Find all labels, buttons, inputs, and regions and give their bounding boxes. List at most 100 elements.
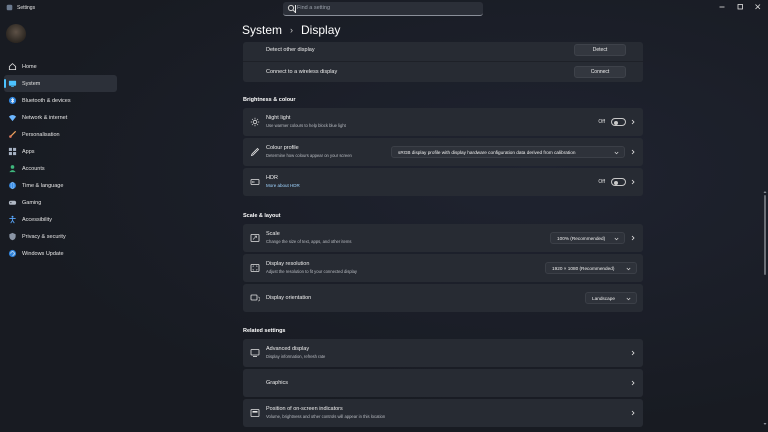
onscreen-indicators-subtitle: Volume, brightness and other controls wi… — [266, 414, 386, 419]
sidebar-item-network[interactable]: Network & internet — [4, 109, 117, 126]
resolution-dropdown[interactable]: 1920 × 1080 (Recommended) — [545, 262, 637, 274]
sidebar-item-personalisation[interactable]: Personalisation — [4, 126, 117, 143]
chevron-right-icon — [631, 380, 635, 386]
avatar[interactable] — [6, 24, 26, 44]
sidebar-item-label: System — [22, 80, 41, 87]
scale-row[interactable]: Scale Change the size of text, apps, and… — [243, 224, 643, 252]
colour-profile-subtitle: Determine how colours appear on your scr… — [266, 153, 352, 158]
display-orientation-row[interactable]: Display orientation Landscape — [243, 284, 643, 312]
advanced-display-row[interactable]: Advanced display Display information, re… — [243, 339, 643, 367]
section-heading-related: Related settings — [243, 328, 286, 334]
scale-icon — [250, 234, 260, 242]
onscreen-indicators-title: Position of on-screen indicators — [266, 406, 343, 412]
scale-dropdown[interactable]: 100% (Recommended) — [550, 232, 625, 244]
sidebar-item-label: Accounts — [22, 165, 45, 172]
indicators-icon — [250, 409, 260, 417]
display-resolution-subtitle: Adjust the resolution to fit your connec… — [266, 269, 358, 274]
more-about-hdr-link[interactable]: More about HDR — [266, 183, 300, 188]
hdr-row[interactable]: HDR More about HDR Off — [243, 168, 643, 196]
search-input[interactable]: Find a setting — [283, 2, 483, 16]
breadcrumb-separator: › — [290, 25, 294, 35]
chevron-right-icon — [631, 119, 635, 125]
update-icon — [8, 249, 17, 258]
graphics-title: Graphics — [266, 380, 289, 386]
sidebar-item-bluetooth[interactable]: Bluetooth & devices — [4, 92, 117, 109]
sidebar-item-accounts[interactable]: Accounts — [4, 160, 117, 177]
scroll-up-icon[interactable] — [763, 190, 767, 194]
title-bar: Settings Find a setting — [0, 0, 768, 20]
globe-icon — [9, 181, 16, 190]
onscreen-indicators-row[interactable]: Position of on-screen indicators Volume,… — [243, 399, 643, 427]
sidebar-item-label: Gaming — [22, 199, 42, 206]
toggle-switch[interactable] — [611, 118, 626, 126]
night-light-state: Off — [598, 119, 605, 125]
gaming-icon — [8, 200, 17, 205]
sidebar-item-label: Accessibility — [22, 216, 52, 223]
minimize-icon[interactable] — [716, 2, 728, 12]
sidebar-item-gaming[interactable]: Gaming — [4, 194, 117, 211]
toggle-switch[interactable] — [611, 178, 626, 186]
hdr-toggle[interactable]: Off — [598, 178, 626, 186]
section-heading-scale-layout: Scale & layout — [243, 213, 281, 219]
connect-button[interactable]: Connect — [574, 66, 626, 78]
monitor-icon — [250, 349, 260, 357]
network-icon — [8, 115, 17, 122]
system-icon — [8, 80, 17, 88]
chevron-down-icon — [614, 151, 619, 155]
maximize-icon[interactable] — [734, 2, 746, 12]
pen-icon — [250, 147, 260, 157]
sidebar-item-apps[interactable]: Apps — [4, 143, 117, 160]
breadcrumb-parent[interactable]: System — [242, 23, 282, 37]
night-light-subtitle: Use warmer colours to help block blue li… — [266, 123, 346, 128]
search-placeholder: Find a setting — [297, 5, 331, 11]
display-resolution-row[interactable]: Display resolution Adjust the resolution… — [243, 254, 643, 282]
sidebar-item-label: Windows Update — [22, 250, 64, 257]
orientation-dropdown[interactable]: Landscape — [585, 292, 637, 304]
accounts-icon — [9, 165, 16, 173]
settings-app-icon — [6, 4, 13, 11]
chevron-down-icon — [626, 297, 631, 301]
sidebar-item-label: Time & language — [22, 182, 64, 189]
sidebar-item-privacy[interactable]: Privacy & security — [4, 228, 117, 245]
close-icon[interactable] — [752, 2, 764, 12]
scrollbar-thumb[interactable] — [764, 195, 766, 275]
apps-icon — [8, 147, 17, 156]
colour-profile-dropdown[interactable]: sRGB display profile with display hardwa… — [391, 146, 625, 158]
scale-subtitle: Change the size of text, apps, and other… — [266, 239, 352, 244]
detect-button[interactable]: Detect — [574, 44, 626, 56]
sidebar-item-label: Privacy & security — [22, 233, 66, 240]
shield-icon — [9, 232, 16, 241]
multiple-displays-card: Detect other display Detect Connect to a… — [243, 42, 643, 82]
wireless-display-title: Connect to a wireless display — [266, 69, 338, 75]
night-light-toggle[interactable]: Off — [598, 118, 626, 126]
hdr-icon — [250, 179, 260, 185]
accessibility-icon — [9, 215, 16, 224]
sidebar-item-home[interactable]: Home — [4, 58, 117, 75]
scroll-down-icon[interactable] — [763, 422, 767, 426]
sidebar-nav: Home System Bluetooth & devices Network … — [4, 58, 117, 262]
chevron-right-icon — [631, 410, 635, 416]
scale-title: Scale — [266, 231, 280, 237]
divider — [243, 61, 643, 62]
detect-display-title: Detect other display — [266, 47, 315, 53]
breadcrumb: System › Display — [242, 23, 340, 37]
sidebar-item-label: Apps — [22, 148, 35, 155]
colour-profile-value: sRGB display profile with display hardwa… — [398, 149, 576, 155]
sidebar-item-time-language[interactable]: Time & language — [4, 177, 117, 194]
hdr-title: HDR — [266, 175, 278, 181]
advanced-display-title: Advanced display — [266, 346, 310, 352]
graphics-row[interactable]: Graphics — [243, 369, 643, 397]
bluetooth-icon — [8, 96, 17, 105]
colour-profile-row[interactable]: Colour profile Determine how colours app… — [243, 138, 643, 166]
display-orientation-title: Display orientation — [266, 295, 312, 301]
sidebar-item-windows-update[interactable]: Windows Update — [4, 245, 117, 262]
page-title: Display — [301, 23, 341, 37]
sidebar-item-accessibility[interactable]: Accessibility — [4, 211, 117, 228]
sidebar-item-system[interactable]: System — [4, 75, 117, 92]
resolution-icon — [250, 264, 260, 272]
night-light-row[interactable]: Night light Use warmer colours to help b… — [243, 108, 643, 136]
orientation-value: Landscape — [592, 295, 615, 301]
sun-icon — [250, 117, 260, 127]
home-icon — [8, 63, 17, 71]
sidebar-item-label: Bluetooth & devices — [22, 97, 71, 104]
